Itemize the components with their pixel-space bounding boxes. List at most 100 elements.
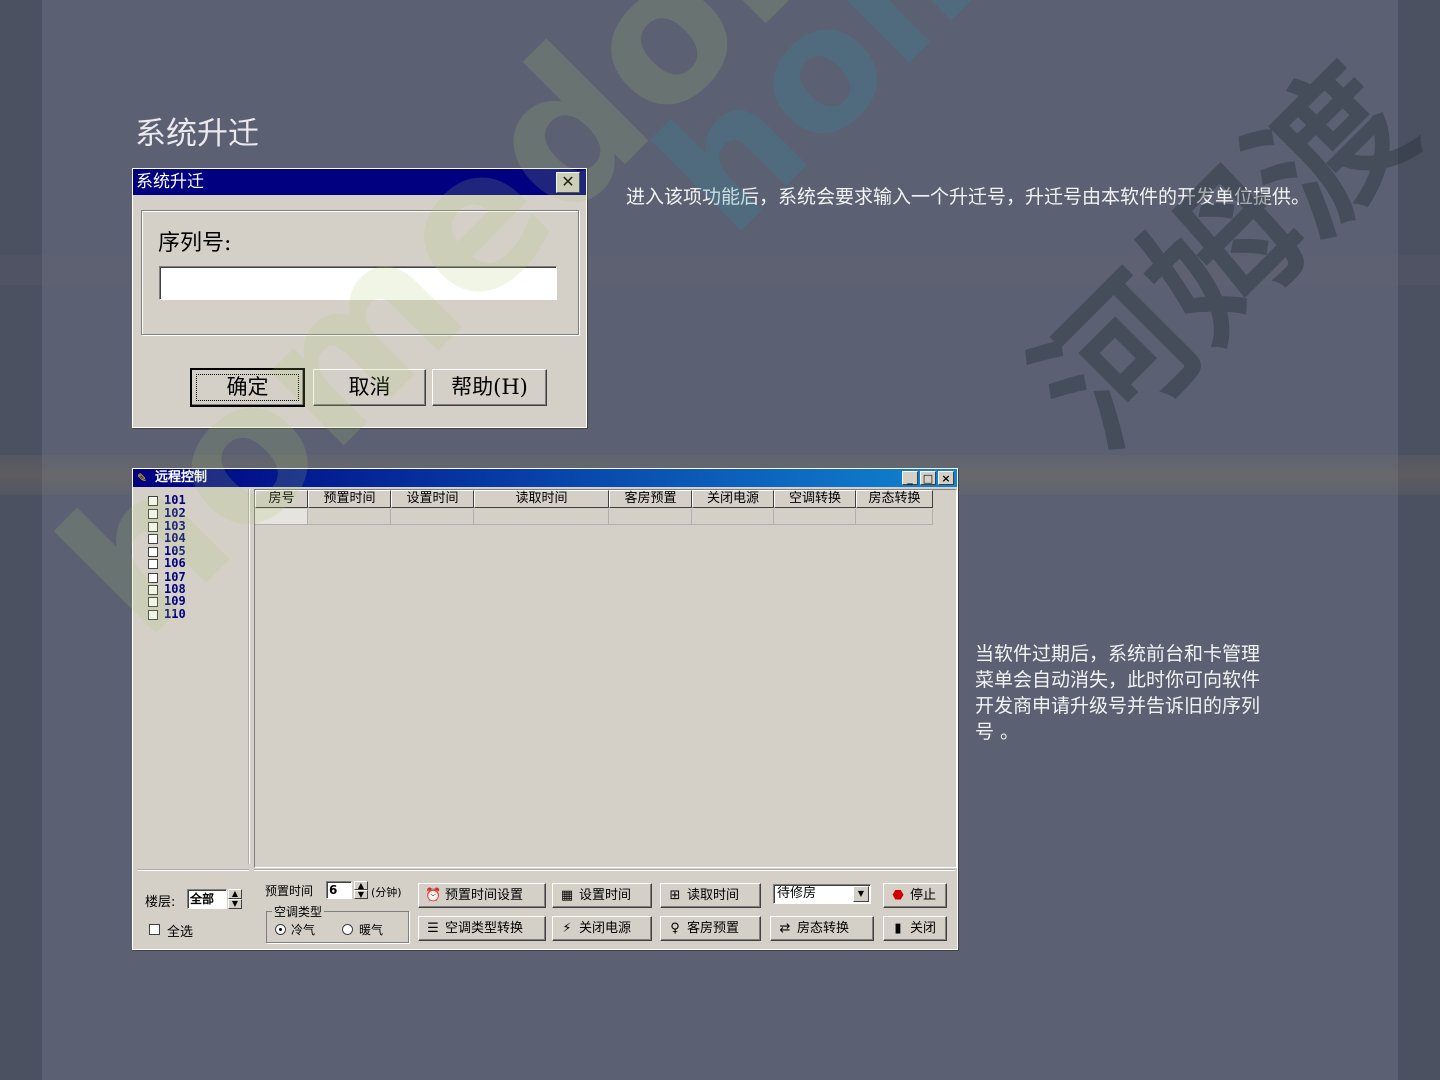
table-cell[interactable] [609, 509, 692, 525]
table-cell[interactable] [391, 509, 474, 525]
checkbox[interactable] [148, 558, 158, 569]
maximize-icon[interactable]: □ [920, 471, 936, 485]
checkbox[interactable] [148, 584, 158, 595]
set-time-button[interactable]: ▦ 设置时间 [552, 883, 652, 908]
list-icon: ☰ [427, 921, 439, 936]
chart-icon: ⊞ [669, 888, 681, 903]
button-label: 房态转换 [797, 921, 850, 936]
ac-type-switch-button[interactable]: ☰ 空调类型转换 [418, 916, 546, 941]
button-label: 空调类型转换 [445, 921, 524, 936]
serial-input[interactable] [159, 266, 557, 300]
power-off-button[interactable]: ⚡ 关闭电源 [552, 916, 652, 941]
bulb-icon: ♀ [670, 921, 680, 936]
stop-button[interactable]: ⬣ 停止 [883, 883, 947, 908]
column-header[interactable]: 关闭电源 [692, 490, 774, 508]
left-edge-bar [0, 0, 42, 1080]
room-number: 109 [164, 594, 186, 608]
clock-icon: ⏰ [425, 888, 442, 903]
description-expiry: 当软件过期后，系统前台和卡管理菜单会自动消失，此时你可向软件开发商申请升级号并告… [975, 643, 1261, 743]
slide-title: 系统升迁 [135, 116, 259, 152]
serial-label: 序列号: [158, 231, 232, 256]
room-status-switch-button[interactable]: ⇄ 房态转换 [770, 916, 874, 941]
table-cell[interactable] [692, 509, 774, 525]
column-header[interactable]: 设置时间 [391, 490, 474, 508]
chevron-down-icon[interactable]: ▼ [853, 886, 869, 902]
cancel-button[interactable]: 取消 [313, 369, 426, 406]
stop-icon: ⬣ [892, 888, 904, 903]
table-cell[interactable] [255, 509, 308, 525]
table-cell[interactable] [308, 509, 391, 525]
remote-control-window: ✎ 远程控制 _ □ × 101 102 103 104 105 106 107… [132, 468, 958, 950]
spin-up-icon[interactable]: ▲ [228, 889, 242, 899]
swap-icon: ⇄ [779, 921, 791, 936]
watermark: homedo.com [620, 0, 1440, 270]
window-title: 远程控制 [155, 470, 208, 485]
upgrade-dialog: 系统升迁 ✕ 序列号: 确定 取消 帮助(H) [132, 168, 587, 428]
calendar-icon: ▦ [560, 888, 574, 903]
column-header[interactable]: 读取时间 [474, 490, 609, 508]
help-button[interactable]: 帮助(H) [432, 369, 547, 406]
room-number: 104 [164, 531, 186, 545]
table-cell[interactable] [856, 509, 933, 525]
preset-time-label: 预置时间 [265, 884, 314, 898]
ok-button[interactable]: 确定 [190, 368, 305, 407]
preset-time-input[interactable]: 6 [326, 881, 352, 899]
checkbox[interactable] [148, 521, 158, 532]
ac-warm-label: 暖气 [359, 923, 384, 937]
close-icon[interactable]: × [938, 471, 954, 485]
column-header[interactable]: 房号 [255, 490, 308, 508]
room-number: 110 [164, 607, 186, 621]
watermark: 河姆渡 [1004, 36, 1440, 478]
spin-down-icon[interactable]: ▼ [354, 890, 368, 899]
room-item[interactable]: 106 [148, 557, 186, 569]
room-table: 房号 预置时间 设置时间 读取时间 客房预置 关闭电源 空调转换 房态转换 [254, 489, 957, 868]
room-item[interactable]: 109 [148, 595, 186, 607]
room-item[interactable]: 104 [148, 532, 186, 544]
button-label: 停止 [910, 888, 937, 903]
button-label: 读取时间 [687, 888, 740, 903]
spin-down-icon[interactable]: ▼ [228, 899, 242, 909]
spin-up-icon[interactable]: ▲ [354, 881, 368, 890]
serial-group: 序列号: [141, 210, 579, 335]
column-header[interactable]: 预置时间 [308, 490, 391, 508]
select-all-checkbox[interactable] [149, 924, 160, 935]
ac-type-label: 空调类型 [272, 903, 325, 920]
ac-warm-radio[interactable] [342, 924, 353, 935]
read-time-button[interactable]: ⊞ 读取时间 [660, 883, 761, 908]
minimize-icon[interactable]: _ [902, 471, 918, 485]
button-label: 设置时间 [579, 888, 632, 903]
room-item[interactable]: 110 [148, 608, 186, 620]
floor-label: 楼层: [145, 895, 176, 910]
room-number: 106 [164, 556, 186, 570]
room-preset-button[interactable]: ♀ 客房预置 [660, 916, 761, 941]
checkbox[interactable] [148, 546, 158, 557]
room-list: 101 102 103 104 105 106 107 108 109 110 [136, 489, 250, 864]
close-button[interactable]: ▮ 关闭 [883, 916, 947, 941]
checkbox[interactable] [148, 572, 158, 583]
checkbox[interactable] [148, 508, 158, 519]
room-number: 101 [164, 493, 186, 507]
description-upgrade: 进入该项功能后，系统会要求输入一个升迁号，升迁号由本软件的开发单位提供。 [626, 186, 1311, 208]
ac-cold-radio[interactable] [275, 924, 286, 935]
close-icon[interactable]: ✕ [556, 172, 580, 193]
window-title-bar: ✎ 远程控制 _ □ × [133, 469, 957, 487]
table-cell[interactable] [774, 509, 856, 525]
room-item[interactable]: 101 [148, 494, 186, 506]
table-cell[interactable] [474, 509, 609, 525]
button-label: 预置时间设置 [445, 888, 524, 903]
preset-time-setting-button[interactable]: ⏰ 预置时间设置 [418, 883, 546, 908]
button-label: 关闭电源 [579, 921, 632, 936]
checkbox[interactable] [148, 596, 158, 607]
checkbox[interactable] [148, 533, 158, 544]
right-edge-bar [1398, 0, 1440, 1080]
checkbox[interactable] [148, 495, 158, 506]
floor-select[interactable]: 全部 [187, 889, 227, 909]
column-header[interactable]: 房态转换 [856, 490, 933, 508]
room-item[interactable]: 102 [148, 507, 186, 519]
room-status-select[interactable]: 待修房 ▼ [773, 884, 871, 904]
column-header[interactable]: 客房预置 [609, 490, 692, 508]
column-header[interactable]: 空调转换 [774, 490, 856, 508]
combo-value: 待修房 [777, 886, 817, 901]
dialog-title: 系统升迁 [136, 172, 204, 192]
checkbox[interactable] [148, 609, 158, 620]
